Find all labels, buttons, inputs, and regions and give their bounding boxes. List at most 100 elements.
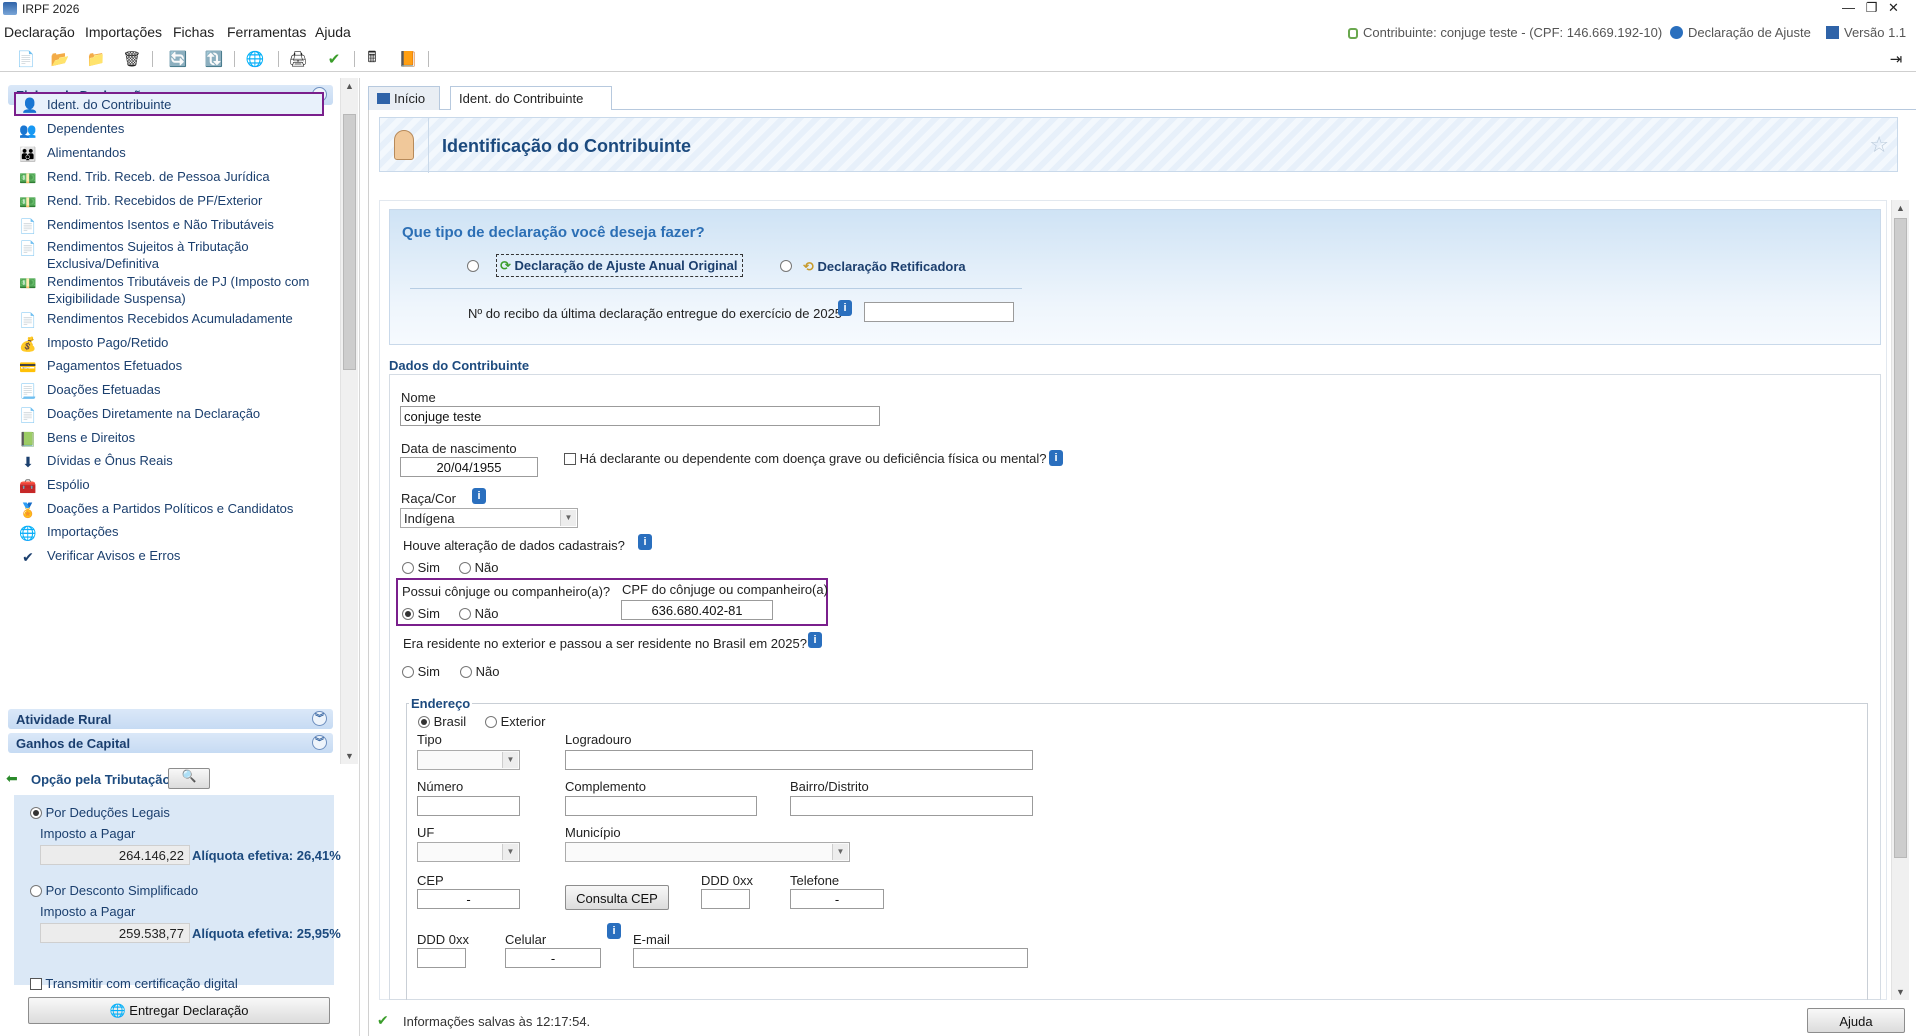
bairro-input[interactable] [790, 796, 1033, 816]
search-button[interactable]: 🔍 [168, 768, 210, 789]
expand-icon[interactable]: ︾ [312, 711, 327, 726]
menu-declaracao[interactable]: Declaração [4, 24, 75, 40]
deducoes-radio[interactable] [30, 807, 42, 819]
uf-select[interactable]: ▼ [417, 842, 520, 862]
sidebar-item[interactable]: 📄 Rendimentos Sujeitos à Tributação Exclu… [18, 238, 318, 272]
residente-sim[interactable]: Sim [402, 664, 440, 679]
cep-input[interactable]: - [417, 889, 520, 909]
sidebar-item[interactable]: 💳 Pagamentos Efetuados [18, 357, 318, 377]
scroll-up-icon[interactable]: ▲ [1892, 200, 1909, 216]
scroll-down-icon[interactable]: ▼ [1892, 984, 1909, 1000]
sidebar-item[interactable]: 💵 Rend. Trib. Receb. de Pessoa Jurídica [18, 168, 318, 188]
calculator-icon[interactable]: 🖩 [362, 49, 382, 69]
sidebar-item[interactable]: 🌐 Importações [18, 523, 318, 543]
info-icon[interactable]: i [1049, 450, 1063, 466]
info-icon[interactable]: i [638, 534, 652, 550]
numero-input[interactable] [417, 796, 520, 816]
tab-inicio[interactable]: Início [368, 86, 440, 110]
tab-ident-contribuinte[interactable]: Ident. do Contribuinte × [450, 86, 612, 121]
sidebar-item[interactable]: ⬇ Dívidas e Ônus Reais [18, 452, 318, 472]
telefone-input[interactable]: - [790, 889, 884, 909]
sidebar-item[interactable]: 📄 Doações Diretamente na Declaração [18, 405, 318, 425]
municipio-select[interactable]: ▼ [565, 842, 850, 862]
entregar-button[interactable]: 🌐 Entregar Declaração [28, 997, 330, 1024]
tipo-select[interactable]: ▼ [417, 750, 520, 770]
sidebar-item[interactable]: 👪 Alimentandos [18, 144, 318, 164]
import-icon[interactable]: 🔃 [204, 49, 224, 69]
refresh-icon[interactable]: 🔄 [168, 49, 188, 69]
sidebar-item[interactable]: 💵 Rend. Trib. Recebidos de PF/Exterior [18, 192, 318, 212]
chevron-down-icon[interactable]: ▼ [560, 510, 576, 526]
scroll-up-icon[interactable]: ▲ [341, 78, 358, 94]
doenca-checkbox[interactable] [564, 453, 576, 465]
sidebar-item[interactable]: 👤 Ident. do Contribuinte [14, 92, 324, 116]
print-icon[interactable]: 🖨 [288, 49, 308, 69]
close-button[interactable]: ✕ [1871, 0, 1916, 18]
conjuge-sim[interactable]: Sim [402, 606, 440, 621]
recibo-input[interactable] [864, 302, 1014, 322]
residente-nao[interactable]: Não [460, 664, 499, 679]
endereco-exterior[interactable]: Exterior [485, 714, 545, 729]
trash-icon[interactable]: 🗑 [122, 49, 142, 69]
section-ganhos-capital[interactable]: Ganhos de Capital ︾ [8, 733, 333, 753]
deducoes-option[interactable]: Por Deduções Legais [30, 805, 170, 820]
star-icon[interactable]: ☆ [1869, 132, 1889, 158]
scroll-down-icon[interactable]: ▼ [341, 748, 358, 764]
chevron-down-icon[interactable]: ▼ [502, 844, 518, 860]
section-atividade-rural[interactable]: Atividade Rural ︾ [8, 709, 333, 729]
chevron-down-icon[interactable]: ▼ [832, 844, 848, 860]
menu-importacoes[interactable]: Importações [85, 24, 162, 40]
logradouro-input[interactable] [565, 750, 1033, 770]
ddd2-input[interactable] [417, 948, 466, 968]
alteracao-sim[interactable]: Sim [402, 560, 440, 575]
option-retificadora[interactable]: ⟲ Declaração Retificadora [803, 259, 966, 275]
endereco-brasil[interactable]: Brasil [418, 714, 466, 729]
sidebar-item[interactable]: 📄 Rendimentos Isentos e Não Tributáveis [18, 216, 318, 236]
nome-input[interactable]: conjuge teste [400, 406, 880, 426]
sidebar-item[interactable]: 📗 Bens e Direitos [18, 429, 318, 449]
info-icon[interactable]: i [838, 300, 852, 316]
consulta-cep-button[interactable]: Consulta CEP [565, 885, 669, 910]
celular-input[interactable]: - [505, 948, 601, 968]
radio-retificadora[interactable] [780, 258, 792, 273]
book-icon[interactable]: 📙 [398, 49, 418, 69]
scroll-thumb[interactable] [343, 114, 356, 370]
complemento-input[interactable] [565, 796, 757, 816]
sidebar-item[interactable]: 🧰 Espólio [18, 476, 318, 496]
exit-icon[interactable]: ⇥ [1886, 49, 1906, 69]
raca-select[interactable]: Indígena ▼ [400, 508, 578, 528]
sidebar-item[interactable]: 💵 Rendimentos Tributáveis de PJ (Imposto … [18, 273, 318, 307]
sidebar-item[interactable]: 👥 Dependentes [18, 120, 318, 140]
doenca-option[interactable]: Há declarante ou dependente com doença g… [564, 451, 1047, 466]
conjuge-nao[interactable]: Não [459, 606, 498, 621]
alteracao-nao[interactable]: Não [459, 560, 498, 575]
ddd1-input[interactable] [701, 889, 750, 909]
menu-ajuda[interactable]: Ajuda [315, 24, 351, 40]
cpf-conjuge-input[interactable]: 636.680.402-81 [621, 600, 773, 620]
globe-icon[interactable]: 🌐 [245, 49, 265, 69]
chevron-down-icon[interactable]: ▼ [502, 752, 518, 768]
scroll-thumb[interactable] [1894, 218, 1907, 858]
sidebar-item[interactable]: 📃 Doações Efetuadas [18, 381, 318, 401]
simplificado-option[interactable]: Por Desconto Simplificado [30, 883, 198, 898]
sidebar-item[interactable]: 📄 Rendimentos Recebidos Acumuladamente [18, 310, 318, 330]
option-original[interactable]: ⟳ Declaração de Ajuste Anual Original [496, 254, 743, 277]
email-input[interactable] [633, 948, 1028, 968]
info-icon[interactable]: i [607, 923, 621, 939]
menu-ferramentas[interactable]: Ferramentas [227, 24, 306, 40]
expand-icon[interactable]: ︾ [312, 735, 327, 750]
menu-fichas[interactable]: Fichas [173, 24, 214, 40]
open-icon[interactable]: 📂 [50, 49, 70, 69]
info-icon[interactable]: i [808, 632, 822, 648]
check-icon[interactable]: ✔ [324, 49, 344, 69]
folder-icon[interactable]: 📁 [86, 49, 106, 69]
transmitir-option[interactable]: Transmitir com certificação digital [30, 976, 238, 991]
radio-original[interactable] [467, 258, 479, 273]
sidebar-item[interactable]: ✔ Verificar Avisos e Erros [18, 547, 318, 567]
simplificado-radio[interactable] [30, 885, 42, 897]
content-scrollbar[interactable]: ▲ ▼ [1891, 200, 1909, 1000]
transmitir-checkbox[interactable] [30, 978, 42, 990]
help-button[interactable]: Ajuda [1807, 1008, 1905, 1033]
sidebar-item[interactable]: 💰 Imposto Pago/Retido [18, 334, 318, 354]
new-icon[interactable]: 📄 [16, 49, 36, 69]
